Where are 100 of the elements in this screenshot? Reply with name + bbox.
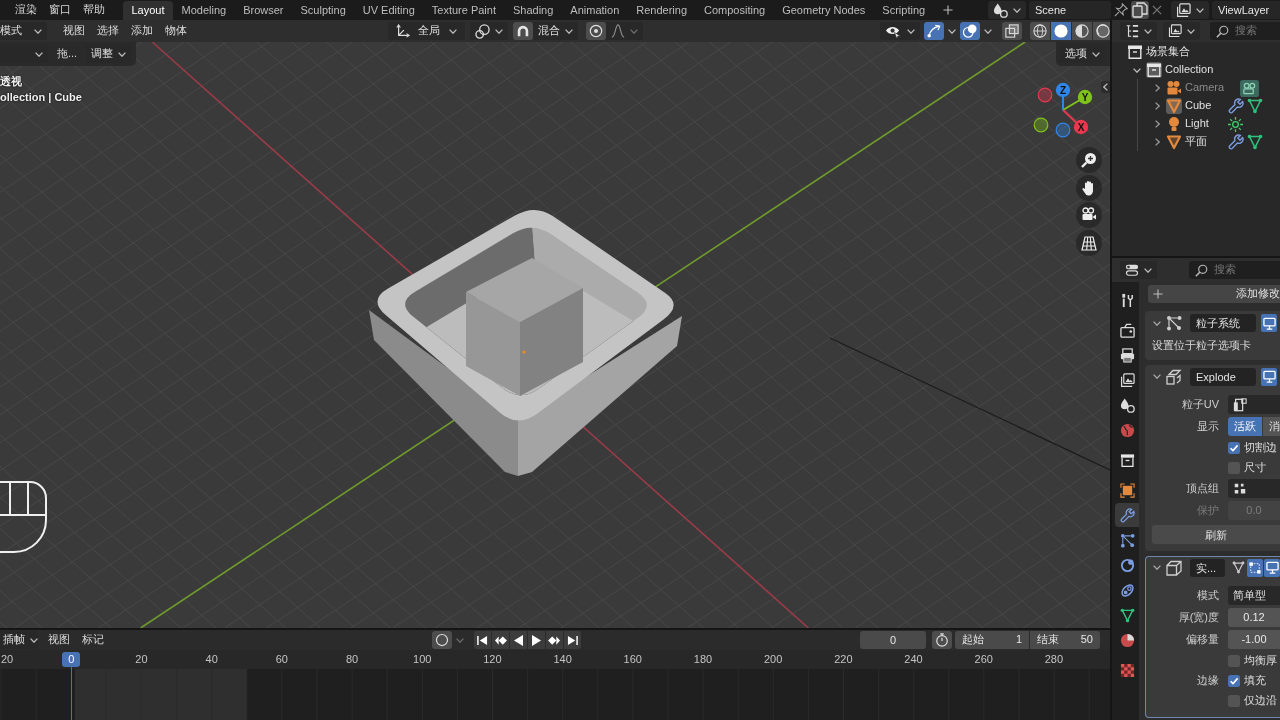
checkbox-icon[interactable] [1228,694,1240,707]
play-button[interactable] [528,631,545,649]
add-modifier-button[interactable]: 添加修改 [1148,285,1280,303]
menu-item[interactable]: 物体 [159,24,193,38]
keying-dropdown[interactable]: 插帧 [0,631,38,649]
workspace-tab[interactable]: Shading [504,1,562,20]
collection-box-icon[interactable] [1127,44,1143,60]
play-reverse-button[interactable] [510,631,527,649]
mesh-data-icon[interactable] [1247,134,1263,150]
checkbox-icon[interactable] [1228,654,1240,667]
checkbox-icon[interactable] [1228,441,1240,454]
jump-to-end-button[interactable] [564,631,581,649]
modifier-toggle[interactable] [1261,314,1277,332]
menu-item[interactable]: 添加 [125,24,159,38]
outliner-item[interactable]: Collection [1165,63,1280,77]
workspace-tab[interactable]: Compositing [695,1,774,20]
jump-to-start-button[interactable] [474,631,491,649]
chevron-down-icon[interactable] [984,28,992,34]
search-field[interactable]: 搜索 [1189,261,1280,279]
projection-button[interactable] [1076,229,1102,256]
chevron-down-icon[interactable] [948,28,956,34]
checkbox-icon[interactable] [1228,461,1240,474]
shading-mode-button[interactable] [1072,22,1092,40]
outliner-item[interactable]: 场景集合 [1146,45,1280,59]
zoom-button[interactable] [1076,147,1102,173]
menu-item[interactable]: 视图 [57,24,91,38]
editor-type-dropdown[interactable] [1120,261,1157,279]
end-frame-field[interactable]: 结束 50 [1030,631,1100,649]
menu-item[interactable]: 选择 [91,24,125,38]
outliner-item[interactable]: 平面 [1185,135,1225,149]
modifier-name-field[interactable]: 实... [1190,558,1225,577]
shading-mode-button[interactable] [1093,22,1110,40]
sidebar-toggle[interactable] [1101,81,1110,93]
xray-toggle[interactable] [1002,22,1022,40]
current-frame-field[interactable]: 0 [860,631,926,649]
axis-handle[interactable]: Z [1055,82,1071,98]
preview-range-toggle[interactable] [932,631,952,649]
checkbox[interactable]: 仅边沿 [1228,693,1277,708]
refresh-button[interactable]: 刷新 [1152,524,1280,544]
toggle-button[interactable]: 消 [1263,417,1280,437]
workspace-tab[interactable]: UV Editing [354,1,424,20]
workspace-tab[interactable]: Layout [123,1,174,20]
gizmo-toggle[interactable] [924,22,944,40]
chevron-right-icon[interactable] [1154,102,1160,110]
scene-name-field[interactable]: Scene [1029,1,1111,19]
wrench-icon[interactable] [1228,98,1244,114]
close-icon[interactable] [1152,5,1162,15]
negative-axis-handle-icon[interactable] [1055,122,1071,138]
negative-axis-handle-icon[interactable] [1033,117,1049,133]
chevron-right-icon[interactable] [1154,120,1160,128]
falloff-dropdown[interactable] [605,22,643,40]
mode-dropdown[interactable]: 模式 [0,22,47,40]
triangle-object-icon[interactable] [1166,134,1182,150]
outliner-item[interactable]: Cube [1185,99,1225,113]
modifier-toggle[interactable] [1247,558,1263,577]
sun-icon[interactable] [1228,116,1243,132]
search-field[interactable] [1228,395,1280,415]
playhead-frame[interactable]: 0 [62,652,81,667]
next-keyframe-button[interactable] [546,631,563,649]
previous-keyframe-button[interactable] [492,631,509,649]
display-mode-dropdown[interactable] [1120,22,1157,40]
mesh-data-icon[interactable] [1247,98,1263,114]
menu-item[interactable]: 窗口 [43,3,77,17]
scene-selector[interactable] [988,1,1026,19]
overlay-toggle[interactable] [960,22,980,40]
number-field[interactable]: -1.00 [1228,630,1280,650]
orientation-dropdown[interactable]: 全局 [388,22,465,40]
workspace-tab[interactable]: Scripting [873,1,934,20]
number-field[interactable]: 0.12 [1228,608,1280,628]
shading-mode-button[interactable] [1051,22,1071,40]
axis-handle[interactable]: Y [1077,89,1093,105]
camera-view-button[interactable] [1076,202,1102,228]
chevron-down-icon[interactable] [1153,374,1161,380]
chevron-right-icon[interactable] [1154,138,1160,146]
checkbox[interactable]: 尺寸 [1228,460,1266,475]
modifier-toggle[interactable] [1261,367,1277,386]
search-field[interactable] [1228,479,1280,499]
chevron-down-icon[interactable] [1153,320,1161,326]
chevron-down-icon[interactable] [1133,67,1141,73]
record-button[interactable] [432,631,452,649]
shading-mode-button[interactable] [1030,22,1050,40]
checkbox[interactable]: 切割边 [1228,440,1277,455]
menu-item[interactable]: 标记 [76,633,110,647]
menu-item[interactable]: 渲染 [9,3,43,17]
bulb-icon[interactable] [1166,116,1182,132]
negative-axis-handle-icon[interactable] [1037,87,1053,103]
modifier-toggle[interactable] [1264,558,1280,577]
plus-icon[interactable] [942,5,953,15]
workspace-tab[interactable]: Modeling [173,1,235,20]
view-layer-selector[interactable] [1171,1,1209,19]
checkbox[interactable]: 均衡厚 [1228,653,1277,668]
workspace-tab[interactable]: Animation [561,1,628,20]
checkbox[interactable]: 填充 [1228,673,1266,688]
pin-icon[interactable] [1114,3,1128,17]
triangle-object-icon[interactable] [1166,98,1182,114]
workspace-tab[interactable]: Geometry Nodes [773,1,874,20]
pan-button[interactable] [1076,174,1102,201]
pivot-dropdown[interactable] [470,22,508,40]
snap-target-dropdown[interactable]: 混合 [533,22,578,40]
checkbox-icon[interactable] [1228,674,1240,687]
